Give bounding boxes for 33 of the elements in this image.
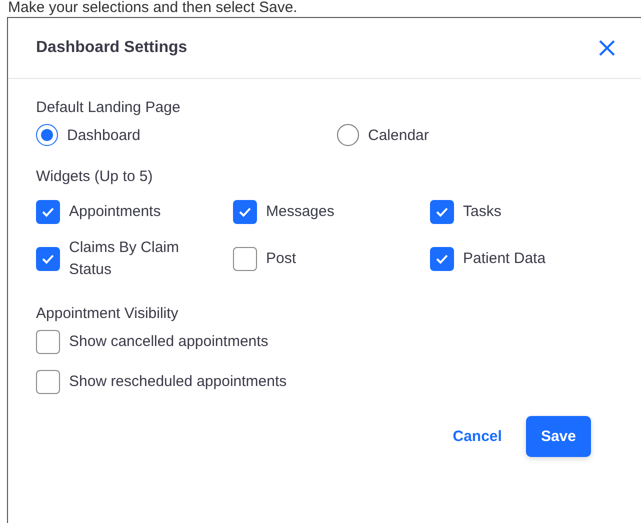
radio-button[interactable] (337, 124, 359, 146)
dialog-title: Dashboard Settings (36, 39, 188, 57)
section-label: Default Landing Page (36, 99, 182, 116)
checkbox-label: Show cancelled appointments (69, 332, 268, 352)
checkbox-label: Appointments (69, 202, 161, 222)
checkbox[interactable] (36, 370, 60, 394)
checkmark-icon (41, 206, 55, 218)
radio-button[interactable] (36, 124, 58, 146)
checkbox-label: Claims By Claim Status (69, 238, 180, 280)
section-label: Widgets (Up to 5) (36, 168, 154, 185)
save-button[interactable]: Save (526, 416, 591, 457)
close-icon[interactable] (597, 38, 617, 58)
checkbox[interactable] (36, 247, 60, 271)
cancel-button[interactable]: Cancel (452, 428, 502, 445)
checkbox-label: Messages (266, 202, 334, 222)
checkbox-label: Patient Data (463, 249, 546, 269)
checkmark-icon (435, 253, 449, 265)
checkmark-icon (238, 206, 252, 218)
radio-label: Calendar (368, 126, 429, 144)
checkbox[interactable] (430, 247, 454, 271)
checkbox[interactable] (430, 200, 454, 224)
instruction-text: Make your selections and then select Save. (7, 0, 298, 17)
checkmark-icon (41, 253, 55, 265)
checkmark-icon (435, 206, 449, 218)
radio-label: Dashboard (67, 126, 140, 144)
checkbox[interactable] (233, 247, 257, 271)
section-label: Appointment Visibility (36, 305, 180, 322)
checkbox-label: Post (266, 249, 296, 269)
checkbox-label: Tasks (463, 202, 502, 222)
checkbox[interactable] (233, 200, 257, 224)
checkbox-label: Show rescheduled appointments (69, 372, 287, 392)
checkbox[interactable] (36, 330, 60, 354)
checkbox[interactable] (36, 200, 60, 224)
